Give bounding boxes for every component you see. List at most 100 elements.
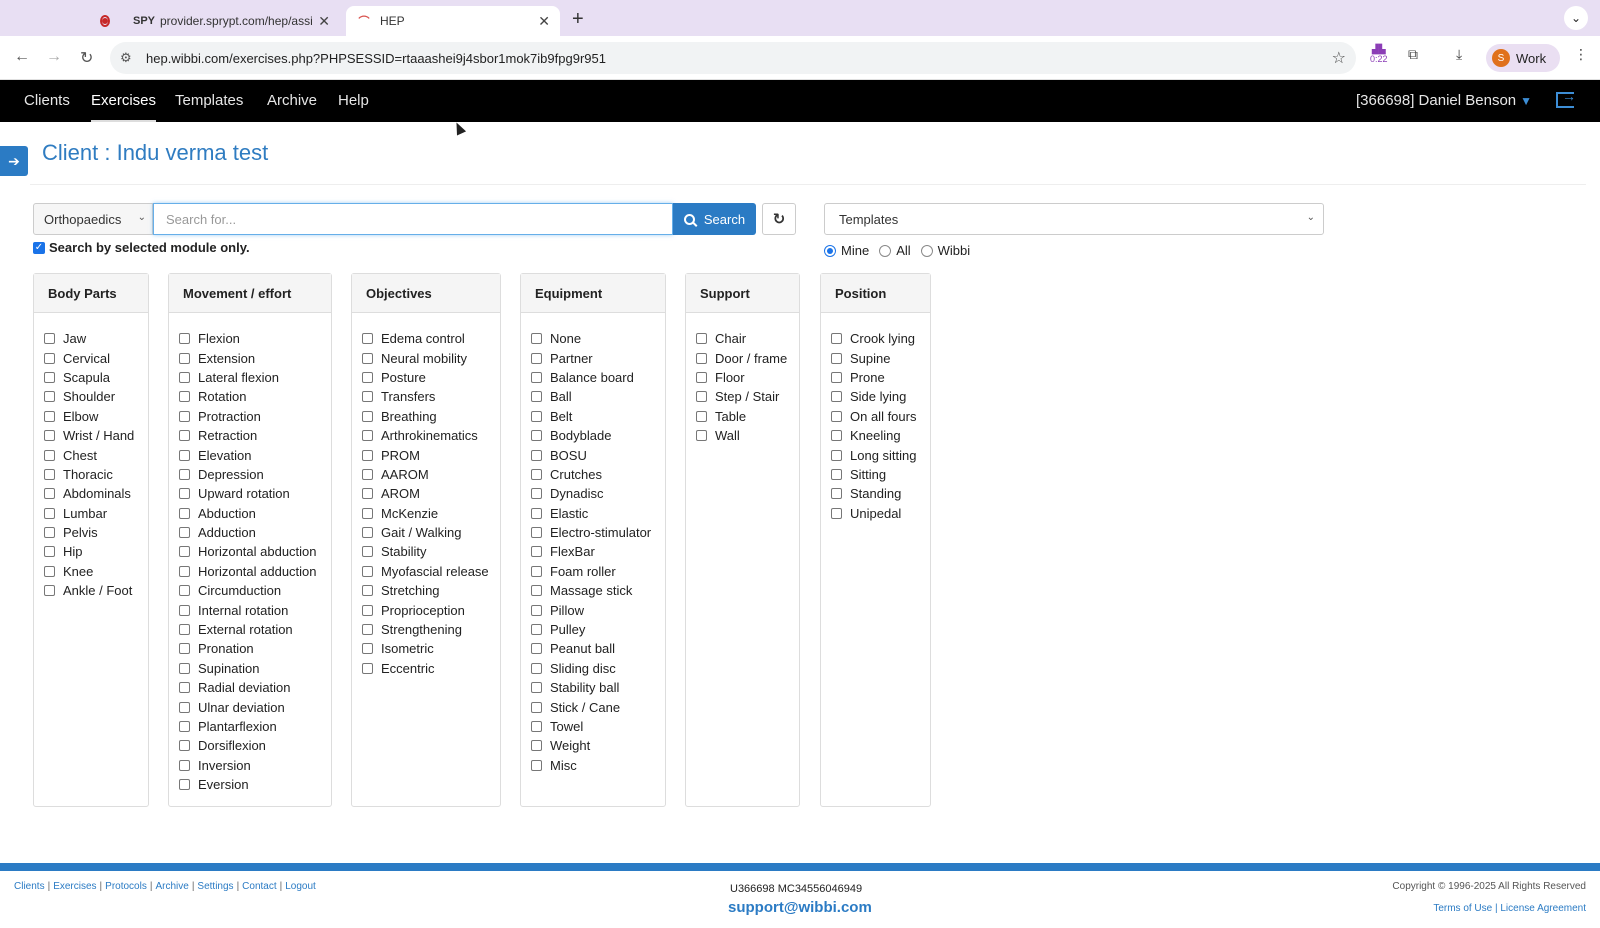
extension-timer[interactable]: ▟▙ 0:22 [1370, 44, 1388, 64]
filter-option[interactable]: Misc [531, 756, 665, 775]
filter-option[interactable]: Pelvis [44, 523, 148, 542]
checkbox-icon[interactable] [531, 488, 542, 500]
checkbox-icon[interactable] [44, 546, 55, 558]
browser-tab-hep[interactable]: ⌒ HEP ✕ [346, 6, 560, 36]
checkbox-icon[interactable] [362, 643, 373, 655]
checkbox-icon[interactable] [362, 468, 373, 480]
radio-all[interactable]: All [879, 243, 911, 258]
filter-option[interactable]: BOSU [531, 445, 665, 464]
filter-option[interactable]: Crook lying [831, 329, 930, 348]
checkbox-icon[interactable] [531, 565, 542, 577]
filter-option[interactable]: Eccentric [362, 659, 500, 678]
filter-option[interactable]: Eversion [179, 775, 331, 794]
filter-option[interactable]: Side lying [831, 387, 930, 406]
checkbox-icon[interactable] [696, 352, 707, 364]
checkbox-icon[interactable] [696, 333, 707, 345]
bookmark-star-icon[interactable]: ☆ [1332, 48, 1346, 68]
checkbox-icon[interactable] [831, 371, 842, 383]
checkbox-icon[interactable] [179, 643, 190, 655]
checkbox-icon[interactable] [179, 546, 190, 558]
checkbox-icon[interactable] [179, 779, 190, 791]
close-tab-icon[interactable]: ✕ [538, 13, 550, 30]
new-tab-icon[interactable]: + [572, 8, 584, 31]
checkbox-icon[interactable] [362, 352, 373, 364]
checkbox-icon[interactable] [362, 604, 373, 616]
footer-link-logout[interactable]: Logout [285, 881, 316, 892]
checkbox-icon[interactable] [44, 527, 55, 539]
filter-option[interactable]: Partner [531, 348, 665, 367]
checkbox-icon[interactable] [696, 430, 707, 442]
filter-option[interactable]: Ankle / Foot [44, 581, 148, 600]
filter-option[interactable]: Transfers [362, 387, 500, 406]
radio-selected-icon[interactable] [824, 244, 836, 257]
checkbox-icon[interactable] [831, 507, 842, 519]
filter-option[interactable]: Horizontal abduction [179, 542, 331, 561]
filter-option[interactable]: Strengthening [362, 620, 500, 639]
checkbox-icon[interactable] [531, 352, 542, 364]
checkbox-icon[interactable] [44, 352, 55, 364]
filter-option[interactable]: Horizontal adduction [179, 562, 331, 581]
checkbox-icon[interactable] [531, 624, 542, 636]
checkbox-icon[interactable] [362, 410, 373, 422]
filter-option[interactable]: Abduction [179, 504, 331, 523]
checkbox-icon[interactable] [179, 759, 190, 771]
search-button[interactable]: Search [673, 203, 756, 235]
filter-option[interactable]: Jaw [44, 329, 148, 348]
checkbox-icon[interactable] [179, 624, 190, 636]
checkbox-icon[interactable] [179, 701, 190, 713]
checkbox-icon[interactable] [531, 585, 542, 597]
checkbox-icon[interactable] [362, 546, 373, 558]
filter-option[interactable]: Flexion [179, 329, 331, 348]
filter-option[interactable]: Wrist / Hand [44, 426, 148, 445]
checkbox-icon[interactable] [44, 585, 55, 597]
checkbox-icon[interactable] [531, 449, 542, 461]
checkbox-icon[interactable] [531, 546, 542, 558]
filter-option[interactable]: Posture [362, 368, 500, 387]
checkbox-icon[interactable] [44, 333, 55, 345]
checkbox-icon[interactable] [44, 468, 55, 480]
footer-link-protocols[interactable]: Protocols [105, 881, 147, 892]
filter-option[interactable]: Ball [531, 387, 665, 406]
filter-option[interactable]: Step / Stair [696, 387, 799, 406]
nav-help[interactable]: Help [338, 80, 369, 122]
checkbox-icon[interactable] [831, 352, 842, 364]
checkbox-icon[interactable] [179, 721, 190, 732]
checkbox-icon[interactable] [44, 565, 55, 577]
footer-link-clients[interactable]: Clients [14, 881, 45, 892]
checkbox-icon[interactable] [531, 527, 542, 539]
filter-option[interactable]: None [531, 329, 665, 348]
filter-option[interactable]: Stability ball [531, 678, 665, 697]
filter-option[interactable]: Supine [831, 348, 930, 367]
sidebar-toggle-button[interactable]: ➔ [0, 146, 28, 176]
filter-option[interactable]: Adduction [179, 523, 331, 542]
checkbox-icon[interactable] [179, 585, 190, 597]
checkbox-icon[interactable] [179, 527, 190, 539]
filter-option[interactable]: Inversion [179, 756, 331, 775]
tab-search-icon[interactable]: ⌄ [1564, 6, 1588, 30]
checkbox-icon[interactable] [179, 371, 190, 383]
checkbox-icon[interactable] [362, 391, 373, 403]
close-tab-icon[interactable]: ✕ [318, 13, 330, 30]
filter-option[interactable]: Sitting [831, 465, 930, 484]
browser-menu-icon[interactable]: ⋮ [1574, 46, 1588, 63]
radio-mine[interactable]: Mine [824, 243, 869, 258]
checkbox-icon[interactable] [362, 449, 373, 461]
filter-option[interactable]: Stability [362, 542, 500, 561]
checkbox-icon[interactable] [179, 507, 190, 519]
filter-option[interactable]: Door / frame [696, 348, 799, 367]
checkbox-icon[interactable] [531, 740, 542, 752]
filter-option[interactable]: Unipedal [831, 504, 930, 523]
footer-link-archive[interactable]: Archive [155, 881, 188, 892]
filter-option[interactable]: Stretching [362, 581, 500, 600]
checkbox-icon[interactable] [179, 488, 190, 500]
filter-option[interactable]: Towel [531, 717, 665, 736]
checkbox-icon[interactable] [831, 410, 842, 422]
checkbox-icon[interactable] [696, 371, 707, 383]
filter-option[interactable]: Pillow [531, 600, 665, 619]
download-icon[interactable]: ⤓ [1456, 46, 1462, 63]
checkbox-icon[interactable] [179, 352, 190, 364]
extensions-icon[interactable]: ⧉ [1408, 46, 1418, 63]
filter-option[interactable]: Cervical [44, 348, 148, 367]
filter-option[interactable]: PROM [362, 445, 500, 464]
checkbox-icon[interactable] [531, 643, 542, 655]
